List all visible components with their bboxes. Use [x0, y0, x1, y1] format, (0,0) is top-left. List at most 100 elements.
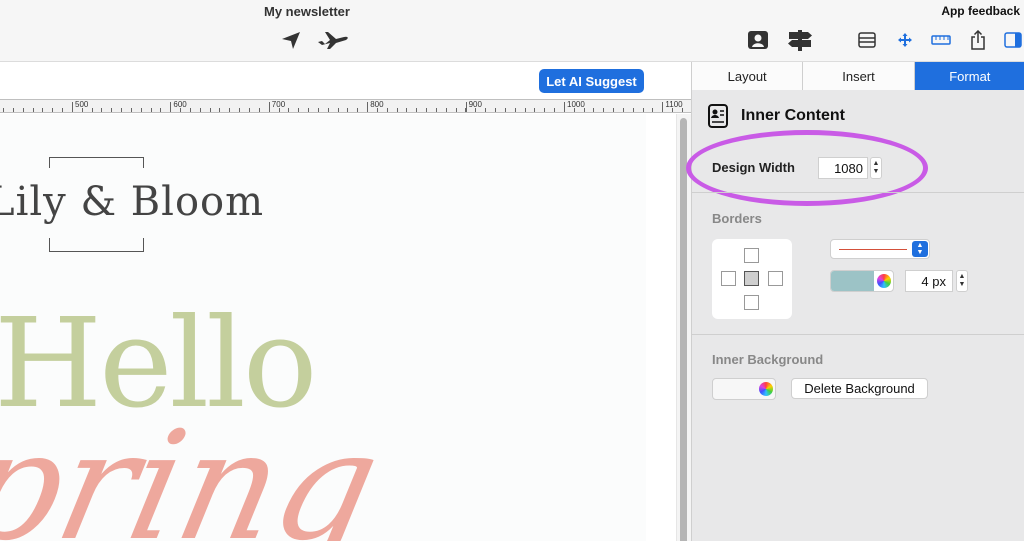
ruler-minor-tick: [347, 108, 349, 112]
ruler-minor-tick: [199, 108, 201, 112]
signpost-icon[interactable]: [786, 28, 814, 52]
border-left-toggle[interactable]: [721, 271, 736, 286]
plane-icon[interactable]: [316, 28, 350, 52]
logo[interactable]: Lily & Bloom: [0, 157, 263, 257]
ruler-minor-tick: [504, 108, 506, 112]
ruler-minor-tick: [367, 108, 369, 112]
share-icon[interactable]: [968, 29, 988, 51]
inspector-tabs: Layout Insert Format: [692, 62, 1024, 90]
ruler-minor-tick: [642, 108, 644, 112]
ruler-minor-tick: [62, 108, 64, 112]
ruler-minor-tick: [42, 108, 44, 112]
ruler-icon[interactable]: [930, 30, 952, 50]
horizontal-ruler: 500 600 700 800 900 1000 1100: [0, 99, 691, 113]
logo-text: Lily & Bloom: [0, 179, 265, 225]
app-feedback-link[interactable]: App feedback: [941, 4, 1020, 18]
border-color-swatch: [831, 271, 874, 291]
ruler-minor-tick: [544, 108, 546, 112]
line-style-preview: [839, 249, 907, 250]
ruler-minor-tick: [406, 108, 408, 112]
ruler-minor-tick: [681, 108, 683, 112]
ruler-minor-tick: [465, 108, 467, 112]
ruler-minor-tick: [613, 108, 615, 112]
tab-layout[interactable]: Layout: [692, 62, 804, 90]
ruler-label: 1100: [665, 100, 683, 109]
design-width-input[interactable]: [818, 157, 868, 179]
let-ai-suggest-button[interactable]: Let AI Suggest: [539, 69, 644, 93]
ruler-minor-tick: [130, 108, 132, 112]
ruler-minor-tick: [288, 108, 290, 112]
newsletter-page[interactable]: Lily & Bloom Hello pring: [0, 114, 646, 541]
border-side-picker: [712, 239, 792, 319]
ruler-minor-tick: [337, 108, 339, 112]
ruler-minor-tick: [485, 108, 487, 112]
ruler-minor-tick: [583, 108, 585, 112]
contacts-icon[interactable]: [746, 28, 770, 52]
tab-format[interactable]: Format: [914, 62, 1024, 90]
ruler-minor-tick: [219, 108, 221, 112]
toolbar: My newsletter App feedback: [0, 0, 1024, 62]
ruler-minor-tick: [229, 108, 231, 112]
ruler-minor-tick: [396, 108, 398, 112]
ruler-minor-tick: [22, 108, 24, 112]
ruler-minor-tick: [258, 108, 260, 112]
divider: [692, 334, 1024, 335]
inner-content-icon: [708, 104, 728, 128]
ruler-minor-tick: [386, 108, 388, 112]
border-line-style-select[interactable]: ▲ ▼: [830, 239, 930, 259]
color-wheel-icon[interactable]: [759, 382, 773, 396]
ruler-minor-tick: [81, 108, 83, 112]
ruler-minor-tick: [189, 108, 191, 112]
borders-label: Borders: [712, 211, 762, 226]
ruler-minor-tick: [12, 108, 14, 112]
border-right-toggle[interactable]: [768, 271, 783, 286]
inner-background-label: Inner Background: [712, 352, 824, 367]
design-width-label: Design Width: [712, 160, 795, 175]
border-top-toggle[interactable]: [744, 248, 759, 263]
sidebar-toggle-icon[interactable]: [1003, 30, 1023, 50]
ruler-minor-tick: [3, 108, 4, 112]
ruler-minor-tick: [170, 108, 172, 112]
ruler-minor-tick: [475, 108, 477, 112]
delete-background-button[interactable]: Delete Background: [791, 378, 928, 399]
border-bottom-toggle[interactable]: [744, 295, 759, 310]
ruler-minor-tick: [298, 108, 300, 112]
border-all-toggle[interactable]: [744, 271, 759, 286]
ruler-minor-tick: [249, 108, 250, 112]
inspector-panel: Layout Insert Format Inner Content Desig…: [686, 62, 1024, 541]
ruler-minor-tick: [514, 108, 516, 112]
ruler-minor-tick: [209, 108, 211, 112]
ruler-minor-tick: [140, 108, 142, 112]
ruler-minor-tick: [426, 108, 428, 112]
section-title: Inner Content: [741, 107, 845, 124]
border-width-stepper[interactable]: ▲ ▼: [956, 270, 968, 292]
ruler-minor-tick: [52, 108, 54, 112]
vertical-scrollbar[interactable]: [676, 114, 691, 541]
inner-background-color-well[interactable]: [712, 378, 776, 400]
ruler-minor-tick: [672, 108, 674, 112]
ruler-minor-tick: [317, 108, 319, 112]
border-color-well[interactable]: [830, 270, 894, 292]
ruler-minor-tick: [91, 108, 93, 112]
canvas-area: Let AI Suggest 500 600 700 800 900 1000 1100 L…: [0, 62, 691, 541]
ruler-minor-tick: [563, 108, 565, 112]
ruler-minor-tick: [593, 108, 595, 112]
scrollbar-thumb[interactable]: [680, 118, 687, 541]
tab-insert[interactable]: Insert: [803, 62, 915, 90]
ruler-minor-tick: [524, 108, 526, 112]
ruler-minor-tick: [101, 108, 103, 112]
ruler-minor-tick: [622, 108, 624, 112]
ruler-label: 1000: [567, 100, 585, 109]
headline-spring[interactable]: pring: [0, 400, 393, 541]
color-wheel-icon[interactable]: [877, 274, 891, 288]
ruler-minor-tick: [160, 108, 162, 112]
move-icon[interactable]: [895, 30, 915, 50]
ruler-minor-tick: [327, 108, 329, 112]
border-width-input[interactable]: [905, 270, 953, 292]
design-width-stepper[interactable]: ▲ ▼: [870, 157, 882, 179]
ruler-minor-tick: [71, 108, 73, 112]
send-icon[interactable]: [279, 28, 303, 52]
ruler-minor-tick: [495, 108, 496, 112]
chevron-updown-icon: ▲ ▼: [912, 241, 928, 257]
layout-view-icon[interactable]: [857, 30, 877, 50]
